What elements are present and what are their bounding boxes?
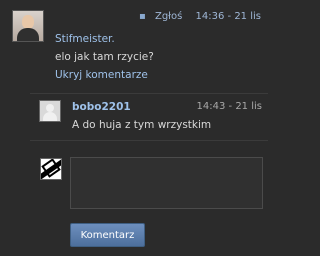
avatar-body-shape: [17, 28, 39, 41]
comment-item: bobo2201 14:43 - 21 lis A do huja z tym …: [30, 93, 268, 141]
report-link[interactable]: Zgłoś: [155, 11, 182, 22]
reply-avatar: [40, 158, 62, 180]
comment-text: A do huja z tym wrzystkim: [72, 119, 212, 131]
hide-comments-link[interactable]: Ukryj komentarze: [55, 69, 148, 81]
post-container: ▪ Zgłoś 14:36 - 21 lis Stifmeister. elo …: [0, 0, 278, 256]
user-avatar-body: [43, 112, 57, 121]
post-message: elo jak tam rzycie?: [55, 51, 154, 63]
post-author[interactable]: Stifmeister.: [55, 33, 115, 45]
submit-comment-button[interactable]: Komentarz: [70, 223, 145, 247]
comment-textarea[interactable]: [70, 157, 263, 209]
report-flag-icon: ▪: [139, 11, 146, 22]
comment-time: 14:43 - 21 lis: [196, 101, 262, 112]
user-avatar-icon: [46, 104, 54, 112]
comment-author-avatar[interactable]: [39, 100, 61, 122]
post-time: 14:36 - 21 lis: [195, 11, 261, 22]
post-meta: ▪ Zgłoś 14:36 - 21 lis: [139, 11, 261, 22]
avatar-head-shape: [22, 15, 34, 29]
comment-author[interactable]: bobo2201: [72, 101, 131, 113]
author-avatar[interactable]: [12, 10, 44, 42]
